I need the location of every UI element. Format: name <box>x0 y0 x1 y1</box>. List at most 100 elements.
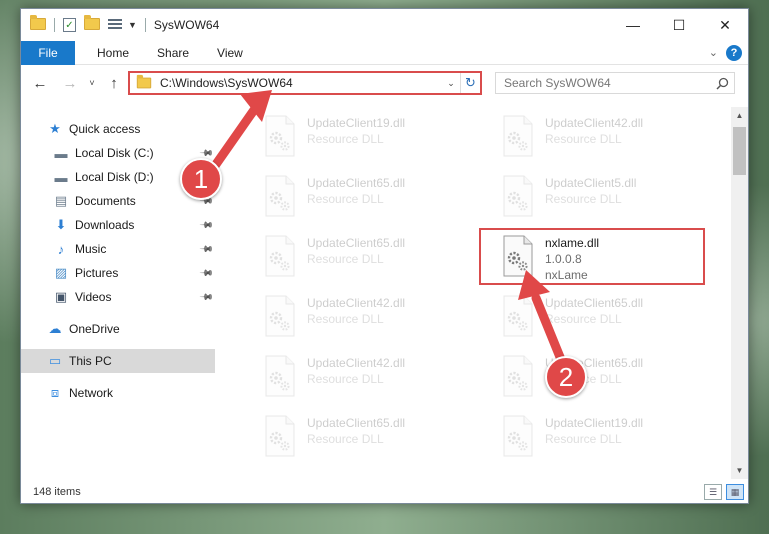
file-details: UpdateClient65.dll Resource DLL <box>307 231 405 267</box>
drive-icon: ▬ <box>54 145 68 161</box>
minimize-button[interactable]: — <box>610 9 656 41</box>
download-icon: ⬇ <box>55 217 67 232</box>
file-details: UpdateClient65.dll Resource DLL <box>545 291 643 327</box>
pin-icon[interactable]: 📌 <box>199 265 214 281</box>
tab-share[interactable]: Share <box>151 46 195 60</box>
file-name: UpdateClient42.dll <box>307 356 406 370</box>
computer-icon: ▭ <box>48 353 62 368</box>
sidebar-item-downloads[interactable]: ⬇ Downloads 📌 <box>21 213 215 237</box>
scroll-down-arrow-icon[interactable]: ▼ <box>731 462 748 479</box>
dll-file-icon <box>501 355 535 397</box>
window-controls: — ☐ ✕ <box>610 9 748 41</box>
videos-icon: ▣ <box>54 289 68 304</box>
recent-locations-button[interactable]: ˅ <box>85 72 99 94</box>
properties-check-icon[interactable]: ✓ <box>63 18 76 32</box>
tab-file[interactable]: File <box>21 40 75 65</box>
sidebar-item-pictures[interactable]: ▨ Pictures 📌 <box>21 261 215 285</box>
dll-file-icon <box>501 415 535 457</box>
file-tile[interactable]: UpdateClient65.dll Resource DLL <box>263 171 483 223</box>
new-folder-icon[interactable] <box>84 14 100 33</box>
annotation-badge-1: 1 <box>180 158 222 200</box>
star-icon: ★ <box>49 121 61 136</box>
sidebar-item-this-pc[interactable]: ▭ This PC <box>21 349 215 373</box>
sidebar-item-label: OneDrive <box>69 322 120 336</box>
dll-file-icon <box>263 235 297 277</box>
help-icon[interactable]: ? <box>726 44 742 61</box>
pictures-icon: ▨ <box>54 265 68 280</box>
file-tile[interactable]: UpdateClient19.dll Resource DLL <box>501 411 721 463</box>
sidebar-item-network[interactable]: ⧈ Network <box>21 381 215 405</box>
file-name: UpdateClient5.dll <box>545 176 637 190</box>
file-tile[interactable]: UpdateClient42.dll Resource DLL <box>263 351 483 403</box>
file-details: UpdateClient65.dll Resource DLL <box>307 411 405 447</box>
folder-icon <box>30 15 46 32</box>
file-details: UpdateClient19.dll Resource DLL <box>545 411 643 447</box>
file-tile[interactable]: UpdateClient65.dllResource DLL <box>501 351 721 403</box>
sidebar-item-label: Downloads <box>75 218 135 232</box>
file-explorer-window: ✓ ▼ SysWOW64 — ☐ ✕ File Home Share View … <box>20 8 749 504</box>
navigation-pane: ★ Quick access ▬ Local Disk (C:) 📌 ▬ Local Dis… <box>21 107 215 475</box>
customize-toolbar-chevron-icon[interactable]: ▼ <box>128 20 137 30</box>
tiles-view-icon[interactable]: ▦ <box>726 484 744 500</box>
file-tile[interactable]: UpdateClient65.dll Resource DLL <box>263 231 483 283</box>
file-description: Resource DLL <box>307 372 384 386</box>
address-path[interactable]: C:\Windows\SysWOW64 <box>160 76 293 90</box>
sidebar-item-music[interactable]: ♪ Music 📌 <box>21 237 215 261</box>
file-tile[interactable]: UpdateClient42.dll Resource DLL <box>263 291 483 343</box>
details-view-icon[interactable]: ☰ <box>704 484 722 500</box>
dll-file-icon <box>263 115 297 157</box>
pin-icon[interactable]: 📌 <box>199 217 214 233</box>
address-dropdown-chevron-icon[interactable]: ⌄ <box>442 78 460 89</box>
scroll-up-arrow-icon[interactable]: ▲ <box>731 107 748 124</box>
address-bar[interactable]: C:\Windows\SysWOW64 ⌄ ↻ <box>128 71 482 95</box>
file-details: UpdateClient42.dll Resource DLL <box>545 111 643 147</box>
file-details: UpdateClient65.dll Resource DLL <box>307 171 405 207</box>
maximize-button[interactable]: ☐ <box>656 9 702 41</box>
dll-file-icon <box>263 355 297 397</box>
search-icon[interactable] <box>710 73 734 93</box>
file-name: UpdateClient65.dll <box>307 416 406 430</box>
dll-file-icon <box>501 175 535 217</box>
search-box[interactable] <box>495 72 735 94</box>
pin-icon[interactable]: 📌 <box>199 289 214 305</box>
sidebar-item-videos[interactable]: ▣ Videos 📌 <box>21 285 215 309</box>
window-title: SysWOW64 <box>153 18 220 32</box>
file-description: Resource DLL <box>307 252 384 266</box>
sidebar-item-label: Quick access <box>69 122 141 136</box>
file-details: UpdateClient5.dll Resource DLL <box>545 171 636 207</box>
file-tile[interactable]: UpdateClient19.dll Resource DLL <box>263 111 483 163</box>
sidebar-item-label: Local Disk (D:) <box>75 170 154 184</box>
title-bar: ✓ ▼ SysWOW64 — ☐ ✕ <box>21 9 748 41</box>
tab-home[interactable]: Home <box>91 46 135 60</box>
close-button[interactable]: ✕ <box>702 9 748 41</box>
back-button[interactable]: ← <box>29 72 51 94</box>
file-description: Resource DLL <box>307 312 384 326</box>
file-name: UpdateClient65.dll <box>307 236 406 250</box>
vertical-scrollbar[interactable]: ▲ ▼ <box>731 107 748 479</box>
sidebar-item-label: Local Disk (C:) <box>75 146 154 160</box>
up-button[interactable]: ↑ <box>103 72 125 94</box>
file-name: UpdateClient19.dll <box>307 116 406 130</box>
file-description: Resource DLL <box>545 312 622 326</box>
file-tile[interactable]: UpdateClient5.dll Resource DLL <box>501 171 721 223</box>
file-description: Resource DLL <box>307 432 384 446</box>
pin-icon[interactable]: 📌 <box>199 241 214 257</box>
view-options-icon[interactable] <box>108 19 122 31</box>
sidebar-item-quick-access[interactable]: ★ Quick access <box>21 117 215 141</box>
sidebar-item-onedrive[interactable]: ☁ OneDrive <box>21 317 215 341</box>
tab-view[interactable]: View <box>211 46 249 60</box>
refresh-button[interactable]: ↻ <box>460 73 480 93</box>
file-description: Resource DLL <box>307 192 384 206</box>
file-details: UpdateClient42.dll Resource DLL <box>307 291 405 327</box>
file-tile[interactable]: UpdateClient65.dll Resource DLL <box>263 411 483 463</box>
file-tile[interactable]: UpdateClient65.dllResource DLL <box>501 291 721 343</box>
expand-ribbon-chevron-icon[interactable]: ⌄ <box>709 46 718 59</box>
file-name: UpdateClient65.dll <box>307 176 406 190</box>
scroll-thumb[interactable] <box>733 127 746 175</box>
file-name: UpdateClient42.dll <box>307 296 406 310</box>
sidebar-item-local-disk-c[interactable]: ▬ Local Disk (C:) 📌 <box>21 141 215 165</box>
forward-button[interactable]: → <box>59 72 81 94</box>
search-input[interactable] <box>504 76 694 90</box>
sidebar-item-label: Pictures <box>75 266 119 280</box>
file-tile[interactable]: UpdateClient42.dll Resource DLL <box>501 111 721 163</box>
